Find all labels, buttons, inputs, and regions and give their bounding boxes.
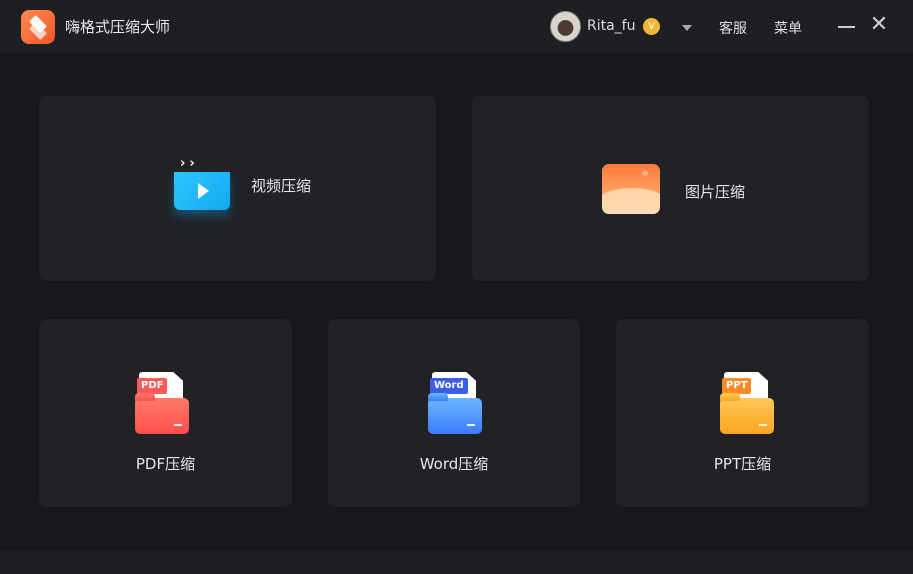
word-file-icon: Word (428, 372, 484, 436)
customer-service-link[interactable]: 客服 (719, 18, 747, 38)
image-compress-card[interactable]: 图片压缩 (472, 96, 869, 281)
pdf-file-icon: PDF (135, 372, 191, 436)
pdf-compress-label: PDF压缩 (135, 455, 196, 473)
status-bar (0, 550, 913, 574)
close-button[interactable]: ✕ (868, 14, 890, 36)
user-avatar[interactable] (550, 11, 581, 42)
title-bar: 嗨格式压缩大师 Rita_fu V 客服 菜单 ✕ (0, 0, 913, 53)
ppt-compress-label: PPT压缩 (713, 455, 772, 473)
ppt-file-icon: PPT (720, 372, 776, 436)
vip-badge-icon: V (643, 18, 660, 35)
app-title: 嗨格式压缩大师 (65, 18, 171, 36)
app-logo-icon (21, 10, 55, 44)
minimize-button[interactable] (838, 26, 855, 28)
video-compress-card[interactable]: 视频压缩 (39, 96, 436, 281)
word-compress-label: Word压缩 (419, 455, 489, 473)
image-icon (602, 164, 660, 214)
image-compress-label: 图片压缩 (685, 183, 746, 201)
username[interactable]: Rita_fu (587, 18, 636, 34)
menu-link[interactable]: 菜单 (774, 18, 802, 38)
video-compress-label: 视频压缩 (251, 177, 312, 195)
video-icon: ›› (174, 156, 230, 210)
account-dropdown-icon[interactable] (682, 25, 692, 31)
